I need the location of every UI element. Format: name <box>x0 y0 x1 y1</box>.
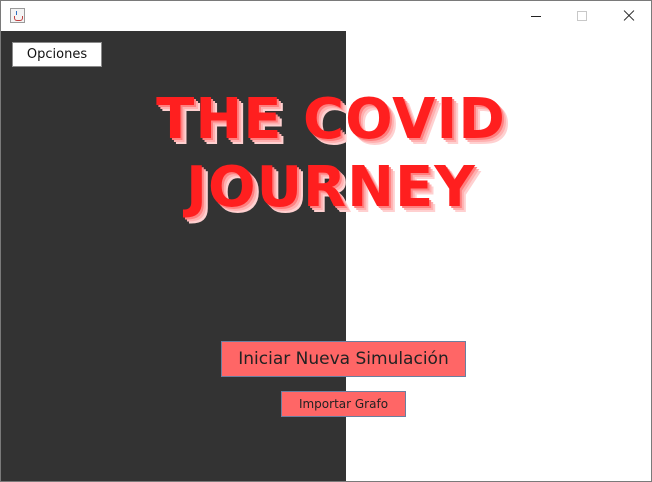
maximize-icon[interactable] <box>559 1 605 31</box>
start-simulation-button[interactable]: Iniciar Nueva Simulación <box>221 341 466 377</box>
minimize-icon[interactable] <box>513 1 559 31</box>
title-line-2: JOURNEY <box>186 155 476 220</box>
options-button[interactable]: Opciones <box>12 42 102 67</box>
title-line-1: THE COVID <box>156 87 506 152</box>
title-bar[interactable] <box>1 1 651 31</box>
main-content: Opciones THE COVID JOURNEY Iniciar Nueva… <box>1 31 651 481</box>
app-window: Opciones THE COVID JOURNEY Iniciar Nueva… <box>0 0 652 482</box>
java-icon[interactable] <box>10 8 25 23</box>
game-title: THE COVID JOURNEY <box>131 86 531 222</box>
close-icon[interactable] <box>605 1 651 31</box>
import-graph-button[interactable]: Importar Grafo <box>281 391 406 417</box>
